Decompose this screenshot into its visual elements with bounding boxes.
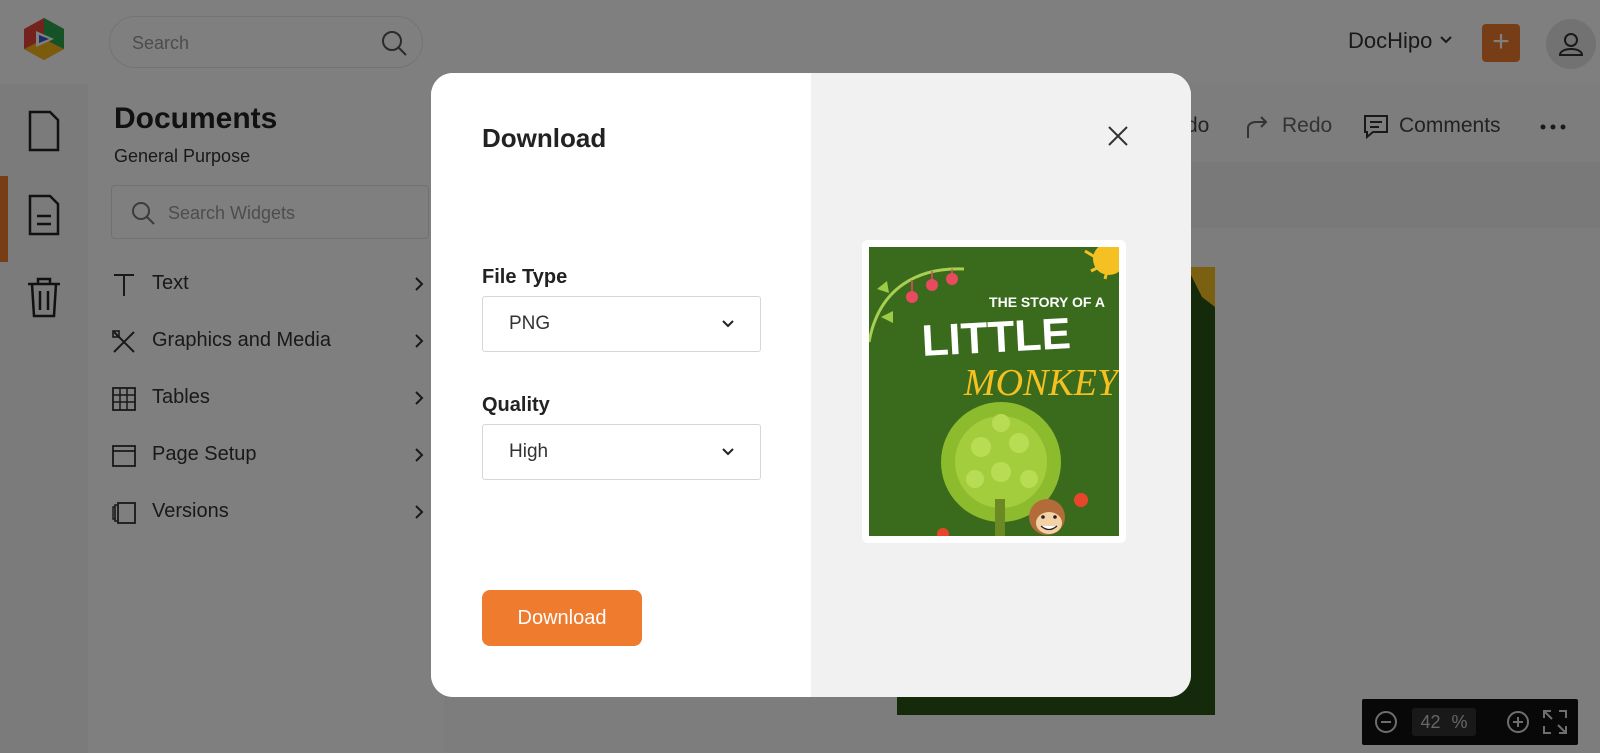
quality-label: Quality bbox=[482, 394, 550, 416]
download-button[interactable]: Download bbox=[482, 590, 642, 646]
file-type-label: File Type bbox=[482, 266, 568, 288]
quality-select[interactable]: High bbox=[482, 424, 761, 480]
close-icon[interactable] bbox=[1105, 123, 1131, 149]
download-button-label: Download bbox=[517, 607, 607, 629]
file-type-value: PNG bbox=[509, 313, 551, 334]
preview-title-line2: LITTLE bbox=[921, 309, 1072, 366]
document-preview-thumbnail: THE STORY OF A LITTLE MONKEY bbox=[869, 247, 1119, 536]
dialog-title: Download bbox=[482, 123, 607, 153]
preview-title-line1: THE STORY OF A bbox=[989, 294, 1105, 310]
chevron-down-icon bbox=[722, 448, 734, 456]
file-type-select[interactable]: PNG bbox=[482, 296, 761, 352]
quality-value: High bbox=[509, 441, 549, 462]
download-options-pane: Download File Type PNG Quality High Down… bbox=[431, 73, 811, 697]
preview-title-line3: MONKEY bbox=[963, 362, 1119, 404]
chevron-down-icon bbox=[722, 320, 734, 328]
